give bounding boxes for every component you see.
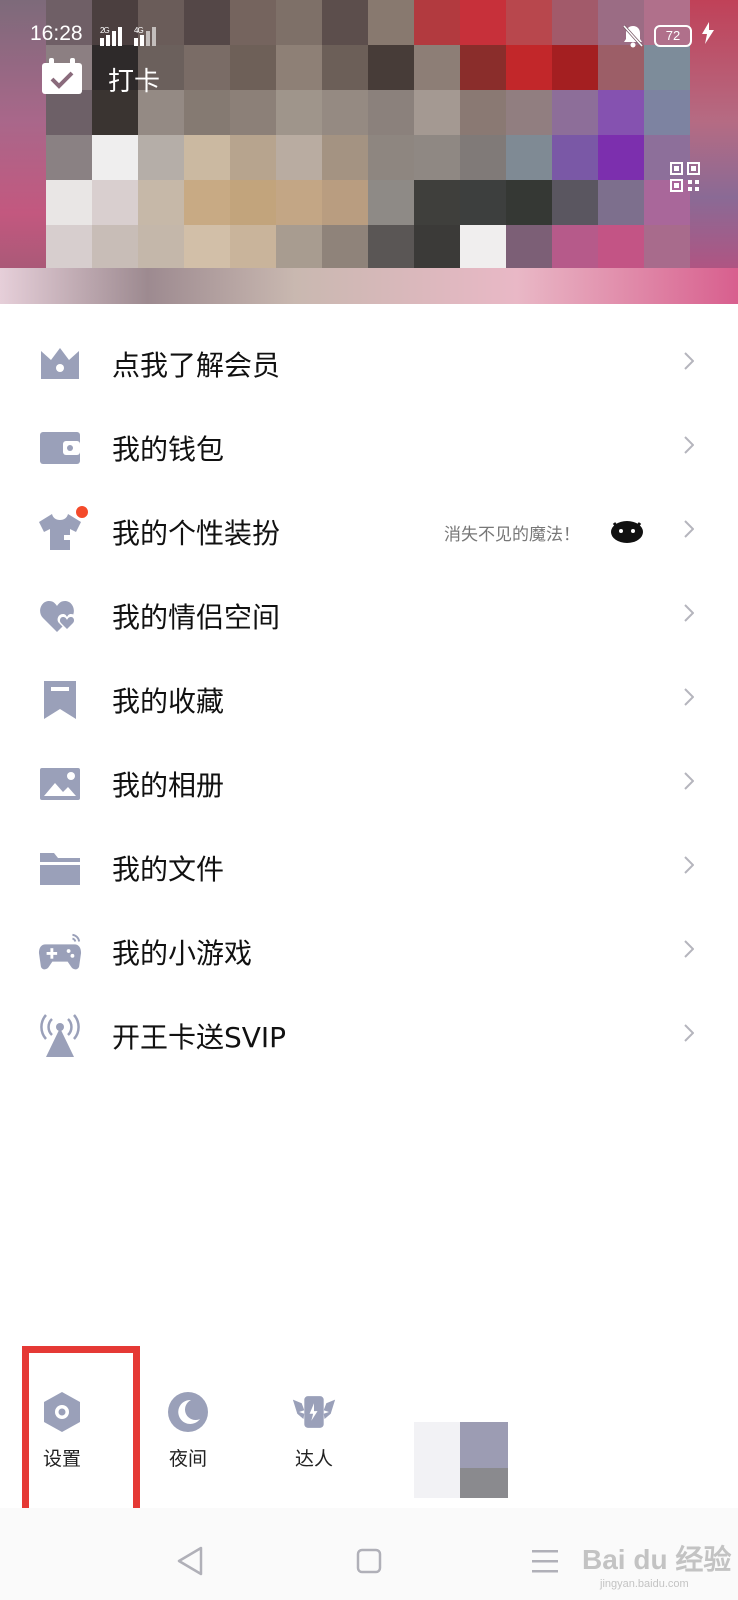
menu-label: 我的个性装扮 — [112, 517, 281, 550]
folder-icon — [38, 847, 82, 889]
photo-icon — [38, 763, 82, 805]
menu-label: 我的相册 — [112, 769, 225, 802]
baidu-watermark: Bai du 经验 — [582, 1544, 732, 1575]
crown-icon — [38, 343, 82, 385]
blurred-extra-tile — [414, 1422, 508, 1498]
charging-icon — [702, 22, 714, 49]
status-time: 16:28 — [30, 22, 83, 45]
hearts-icon — [38, 595, 82, 637]
profile-menu: 点我了解会员 我的钱包 我的个性装扮 消失不见的魔法！ 我的情侣空间 我的收藏 — [0, 322, 738, 1078]
dressup-promo-text: 消失不见的魔法！ — [444, 524, 580, 545]
menu-item-vip[interactable]: 点我了解会员 — [0, 322, 738, 406]
winged-badge-icon — [292, 1390, 336, 1434]
menu-item-couple-space[interactable]: 我的情侣空间 — [0, 574, 738, 658]
moon-icon — [166, 1390, 210, 1434]
chevron-right-icon — [684, 688, 695, 710]
system-navigation-bar: Bai du 经验 jingyan.baidu.com — [0, 1508, 738, 1600]
menu-label: 我的收藏 — [112, 685, 225, 718]
profile-header[interactable]: 16:28 2G 4G 72 打卡 — [0, 0, 738, 304]
back-icon[interactable] — [176, 1546, 204, 1580]
menu-item-files[interactable]: 我的文件 — [0, 826, 738, 910]
antenna-icon — [38, 1014, 82, 1057]
chevron-right-icon — [684, 940, 695, 962]
home-icon[interactable] — [356, 1548, 382, 1578]
night-mode-button[interactable]: 夜间 — [148, 1390, 228, 1471]
expert-label: 达人 — [294, 1448, 333, 1470]
menu-item-album[interactable]: 我的相册 — [0, 742, 738, 826]
checkin-button[interactable]: 打卡 — [40, 58, 160, 100]
chevron-right-icon — [684, 520, 695, 542]
status-right: 72 — [622, 22, 714, 49]
chevron-right-icon — [684, 772, 695, 794]
signal-icon: 2G 4G — [100, 24, 170, 52]
svg-text:4G: 4G — [134, 26, 143, 35]
calendar-check-icon — [40, 58, 84, 100]
menu-item-dressup[interactable]: 我的个性装扮 消失不见的魔法！ — [0, 490, 738, 574]
menu-item-minigames[interactable]: 我的小游戏 — [0, 910, 738, 994]
bookmark-icon — [38, 679, 82, 721]
menu-label: 开王卡送SVIP — [112, 1021, 287, 1054]
highlight-annotation-box — [22, 1346, 140, 1518]
mute-bell-icon — [622, 24, 644, 48]
qr-code-icon[interactable] — [670, 162, 700, 196]
checkin-label: 打卡 — [108, 66, 161, 97]
night-mode-label: 夜间 — [168, 1448, 207, 1470]
recents-icon[interactable] — [530, 1548, 560, 1578]
chevron-right-icon — [684, 604, 695, 626]
battery-indicator: 72 — [654, 24, 692, 47]
menu-label: 点我了解会员 — [112, 349, 281, 382]
chevron-right-icon — [684, 1024, 695, 1046]
menu-label: 我的情侣空间 — [112, 601, 281, 634]
menu-item-king-card[interactable]: 开王卡送SVIP — [0, 994, 738, 1078]
notification-dot — [74, 504, 90, 520]
expert-button[interactable]: 达人 — [274, 1390, 354, 1471]
gamepad-icon — [38, 931, 82, 973]
svg-text:2G: 2G — [100, 26, 109, 35]
menu-item-favorites[interactable]: 我的收藏 — [0, 658, 738, 742]
menu-label: 我的钱包 — [112, 433, 225, 466]
chevron-right-icon — [684, 352, 695, 374]
menu-label: 我的小游戏 — [112, 937, 253, 970]
menu-label: 我的文件 — [112, 853, 225, 886]
chevron-right-icon — [684, 436, 695, 458]
cover-photo-bottom — [0, 268, 738, 304]
menu-item-wallet[interactable]: 我的钱包 — [0, 406, 738, 490]
mask-icon — [610, 518, 644, 548]
chevron-right-icon — [684, 856, 695, 878]
wallet-icon — [38, 427, 82, 469]
baidu-watermark-url: jingyan.baidu.com — [600, 1578, 689, 1590]
